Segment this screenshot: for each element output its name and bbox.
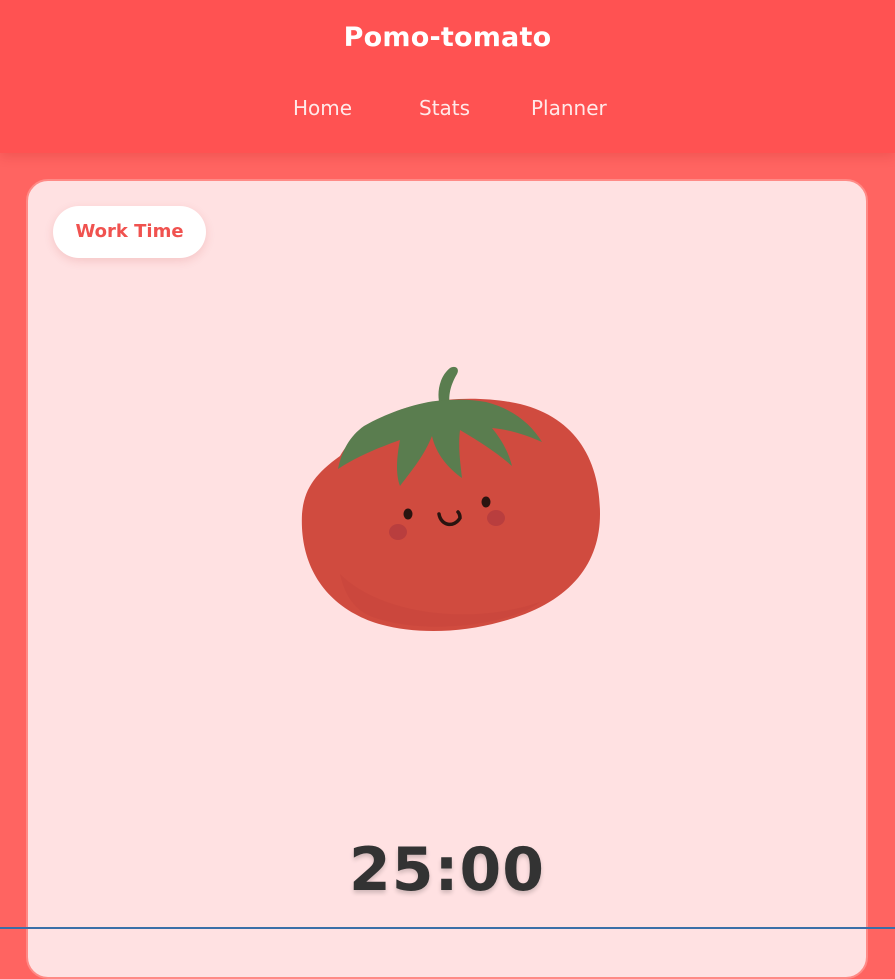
timer-display: 25:00 xyxy=(349,835,545,905)
left-eye xyxy=(403,508,413,520)
nav-link-planner[interactable]: Planner xyxy=(531,96,607,120)
mode-badge[interactable]: Work Time xyxy=(53,206,206,258)
right-cheek xyxy=(487,510,505,526)
nav-link-home[interactable]: Home xyxy=(293,96,352,120)
app-header: Pomo-tomato Home Stats Planner xyxy=(0,0,895,153)
left-cheek xyxy=(389,524,407,540)
tomato-illustration xyxy=(301,366,600,632)
right-eye xyxy=(481,496,491,508)
timer-card: Work Time 25:00 xyxy=(26,179,868,979)
nav-link-stats[interactable]: Stats xyxy=(419,96,470,120)
app-title: Pomo-tomato xyxy=(343,22,552,53)
main-nav: Home Stats Planner xyxy=(0,96,895,126)
